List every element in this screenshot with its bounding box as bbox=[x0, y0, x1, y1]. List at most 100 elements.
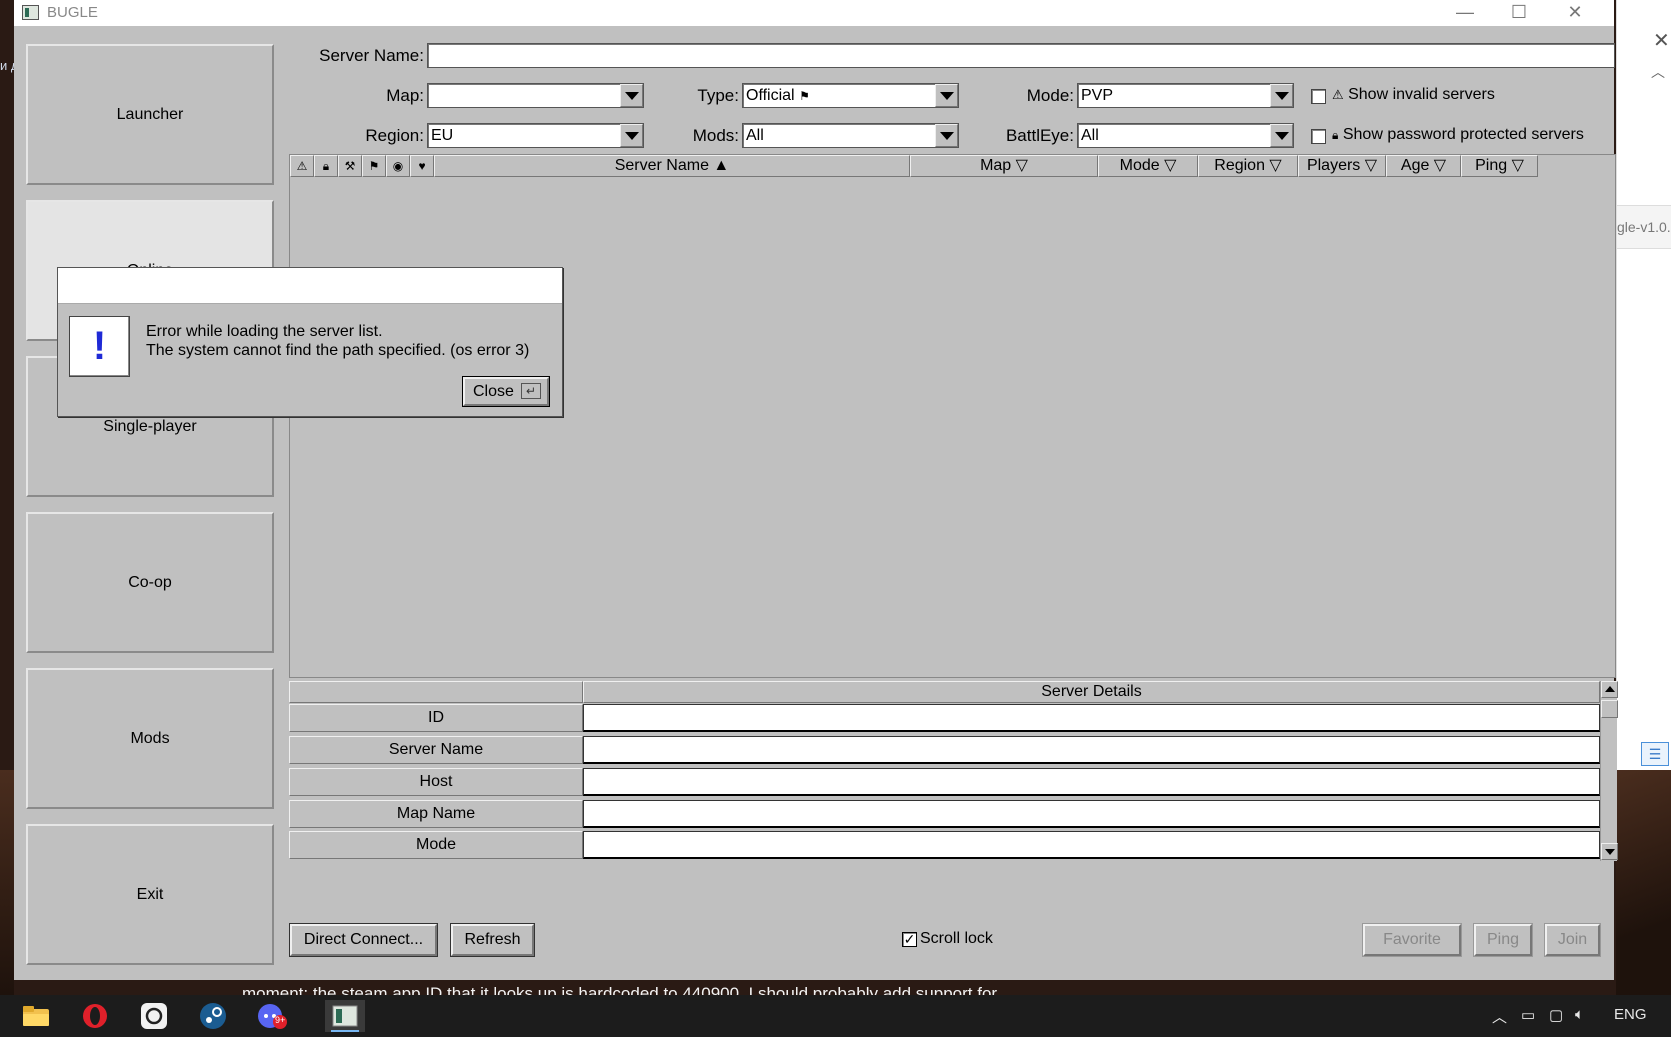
direct-connect-button[interactable]: Direct Connect... bbox=[289, 923, 438, 957]
battleye-select[interactable]: All bbox=[1077, 123, 1294, 148]
column-mode[interactable]: Mode ▽ bbox=[1098, 155, 1198, 177]
show-invalid-checkbox[interactable] bbox=[1311, 89, 1326, 104]
nav-exit-button[interactable]: Exit bbox=[26, 824, 274, 965]
mode-select[interactable]: PVP bbox=[1077, 83, 1294, 108]
minimize-button[interactable]: — bbox=[1442, 0, 1488, 26]
column-server-name[interactable]: Server Name ▲ bbox=[434, 155, 910, 177]
type-label: Type: bbox=[697, 86, 739, 105]
nav-coop-button[interactable]: Co-op bbox=[26, 512, 274, 653]
maximize-button[interactable]: ☐ bbox=[1496, 0, 1542, 26]
file-explorer-icon[interactable] bbox=[16, 1000, 56, 1032]
dialog-close-button[interactable]: Close ↵ bbox=[462, 376, 550, 407]
close-window-button[interactable]: ✕ bbox=[1552, 0, 1598, 26]
detail-label-server-name: Server Name bbox=[289, 736, 583, 764]
chevron-up-icon[interactable]: ︿ bbox=[1651, 62, 1665, 82]
mods-value: All bbox=[746, 127, 764, 144]
detail-value-server-name[interactable] bbox=[583, 736, 1600, 764]
lock-icon[interactable]: 🔒︎ bbox=[314, 155, 338, 177]
view-toggle-icon[interactable]: ☰ bbox=[1641, 742, 1669, 766]
scroll-lock-label: Scroll lock bbox=[920, 930, 993, 947]
show-invalid-label: ⚠ Show invalid servers bbox=[1332, 86, 1495, 104]
region-select[interactable]: EU bbox=[427, 123, 644, 148]
scroll-down-icon[interactable] bbox=[1601, 843, 1618, 860]
column-region[interactable]: Region ▽ bbox=[1198, 155, 1298, 177]
server-details-header: Server Details bbox=[583, 681, 1600, 703]
chatbot-icon[interactable] bbox=[134, 1000, 174, 1032]
bugle-taskbar-icon[interactable] bbox=[325, 1000, 365, 1032]
show-password-text: Show password protected servers bbox=[1342, 126, 1584, 143]
network-icon[interactable]: ▢ bbox=[1549, 1006, 1563, 1024]
mods-select[interactable]: All bbox=[742, 123, 959, 148]
server-name-input[interactable] bbox=[427, 43, 1615, 68]
volume-icon[interactable]: 🔈︎ bbox=[1575, 1006, 1584, 1023]
details-corner bbox=[289, 681, 583, 703]
favorite-button[interactable]: Favorite bbox=[1362, 923, 1462, 957]
column-age[interactable]: Age ▽ bbox=[1386, 155, 1461, 177]
scroll-up-icon[interactable] bbox=[1601, 681, 1618, 698]
chevron-down-icon[interactable] bbox=[620, 84, 643, 107]
type-value: Official bbox=[746, 87, 795, 104]
tools-icon[interactable]: ⚒ bbox=[338, 155, 362, 177]
nav-label: Co-op bbox=[128, 573, 172, 591]
type-select[interactable]: Official ⚑ bbox=[742, 83, 959, 108]
column-players[interactable]: Players ▽ bbox=[1298, 155, 1386, 177]
show-password-label: 🔒︎ Show password protected servers bbox=[1332, 126, 1584, 144]
map-select[interactable] bbox=[427, 83, 644, 108]
battleye-value: All bbox=[1081, 127, 1099, 144]
nav-label: Exit bbox=[136, 885, 164, 903]
language-indicator[interactable]: ENG bbox=[1614, 1006, 1647, 1023]
dialog-message: Error while loading the server list. The… bbox=[146, 322, 529, 360]
detail-label-id: ID bbox=[289, 704, 583, 732]
chevron-down-icon[interactable] bbox=[935, 124, 958, 147]
dialog-message-line2: The system cannot find the path specifie… bbox=[146, 342, 530, 359]
mode-label: Mode: bbox=[1026, 86, 1074, 105]
mode-value: PVP bbox=[1081, 87, 1114, 104]
background-tab[interactable]: gle-v1.0... bbox=[1617, 205, 1671, 249]
detail-value-id[interactable] bbox=[583, 704, 1600, 732]
nav-mods-button[interactable]: Mods bbox=[26, 668, 274, 809]
battery-icon[interactable]: ▭ bbox=[1521, 1006, 1535, 1024]
details-scrollbar[interactable] bbox=[1600, 681, 1618, 861]
column-ping[interactable]: Ping ▽ bbox=[1461, 155, 1538, 177]
detail-value-mode[interactable] bbox=[583, 831, 1600, 859]
discord-icon[interactable]: 9+ bbox=[252, 1000, 292, 1032]
opera-icon[interactable] bbox=[75, 1000, 115, 1032]
nav-launcher-button[interactable]: Launcher bbox=[26, 44, 274, 185]
warning-icon[interactable]: ⚠ bbox=[290, 155, 314, 177]
detail-label-host: Host bbox=[289, 768, 583, 796]
error-dialog: ! Error while loading the server list. T… bbox=[57, 267, 563, 417]
detail-value-host[interactable] bbox=[583, 768, 1600, 796]
show-invalid-text: Show invalid servers bbox=[1348, 86, 1495, 103]
chevron-down-icon[interactable] bbox=[620, 124, 643, 147]
background-page-text: moment; the steam app ID that it looks u… bbox=[242, 984, 998, 995]
window-title: BUGLE bbox=[47, 4, 98, 21]
nav-label: Single-player bbox=[103, 417, 197, 435]
close-icon[interactable]: ✕ bbox=[1653, 28, 1670, 53]
detail-label-map-name: Map Name bbox=[289, 800, 583, 828]
discord-badge: 9+ bbox=[275, 1015, 286, 1025]
flag-icon[interactable]: ⚑ bbox=[362, 155, 386, 177]
chevron-down-icon[interactable] bbox=[1270, 84, 1293, 107]
join-button[interactable]: Join bbox=[1544, 923, 1601, 957]
refresh-button[interactable]: Refresh bbox=[450, 923, 535, 957]
mods-label: Mods: bbox=[692, 126, 739, 145]
column-map[interactable]: Map ▽ bbox=[910, 155, 1098, 177]
chevron-down-icon[interactable] bbox=[935, 84, 958, 107]
heart-icon[interactable]: ♥ bbox=[410, 155, 434, 177]
warning-icon: ⚠ bbox=[1332, 87, 1344, 102]
scroll-thumb[interactable] bbox=[1601, 700, 1618, 718]
show-password-checkbox[interactable] bbox=[1311, 129, 1326, 144]
dialog-message-line1: Error while loading the server list. bbox=[146, 323, 383, 340]
steam-icon[interactable] bbox=[193, 1000, 233, 1032]
desktop-wallpaper-left bbox=[0, 770, 14, 995]
close-label: Close bbox=[473, 383, 514, 400]
map-label: Map: bbox=[386, 86, 424, 105]
ping-button[interactable]: Ping bbox=[1473, 923, 1533, 957]
detail-value-map-name[interactable] bbox=[583, 800, 1600, 828]
chevron-down-icon[interactable] bbox=[1270, 124, 1293, 147]
eye-icon[interactable]: ◉ bbox=[386, 155, 410, 177]
scroll-lock-checkbox[interactable]: ✓ bbox=[902, 932, 917, 947]
desktop-wallpaper-right bbox=[1616, 770, 1671, 995]
chevron-up-icon[interactable]: ︿ bbox=[1492, 1006, 1507, 1027]
nav-label: Mods bbox=[130, 729, 170, 747]
